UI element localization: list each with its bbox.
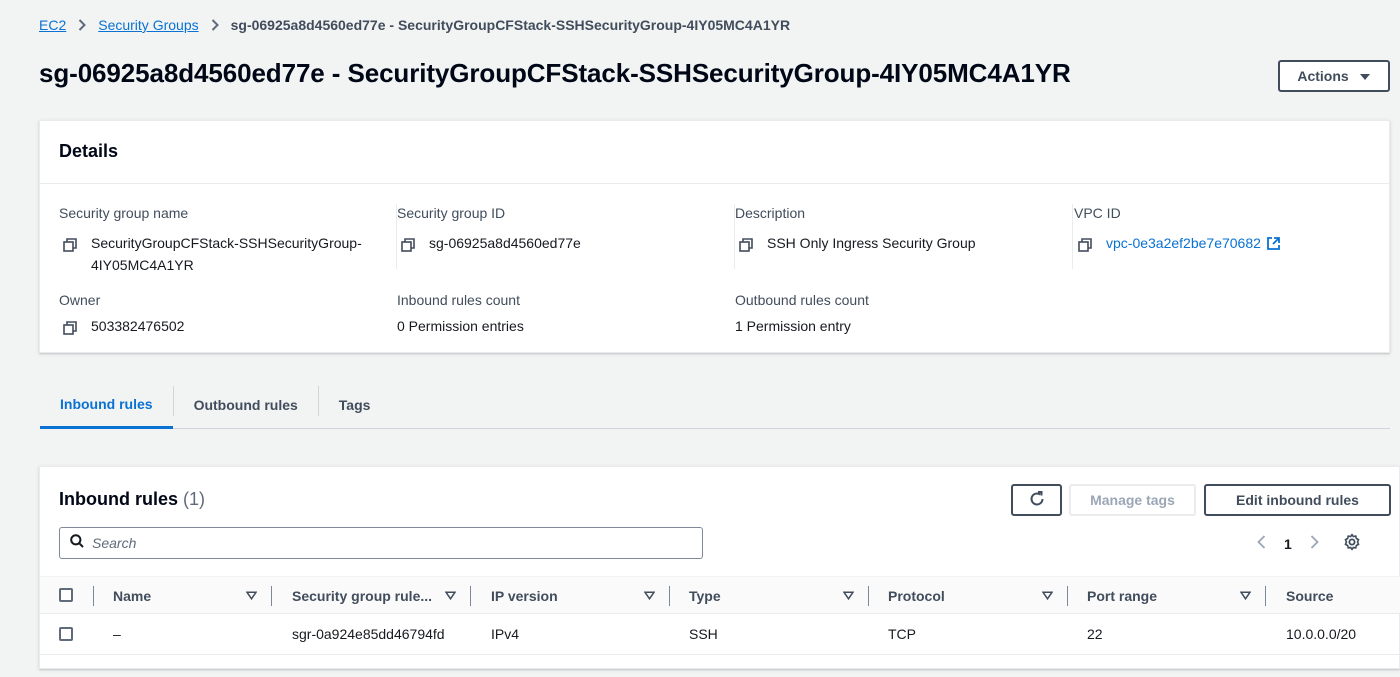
pagination: 1 — [1257, 533, 1361, 554]
breadcrumb: EC2 Security Groups sg-06925a8d4560ed77e… — [39, 16, 790, 34]
tab-inbound-rules[interactable]: Inbound rules — [40, 382, 173, 429]
external-link-icon[interactable] — [1266, 235, 1281, 258]
cell-protocol: TCP — [888, 626, 916, 642]
cell-type: SSH — [689, 626, 718, 642]
column-label: Protocol — [888, 587, 945, 604]
edit-inbound-rules-button[interactable]: Edit inbound rules — [1204, 484, 1391, 516]
column-header-name[interactable]: Name — [113, 577, 263, 614]
owner-label: Owner — [59, 292, 101, 308]
copy-icon[interactable] — [1078, 236, 1092, 258]
breadcrumb-ec2-link[interactable]: EC2 — [39, 17, 66, 33]
column-divider — [669, 586, 670, 606]
column-label: Type — [689, 587, 721, 604]
table-header: Name Security group rule... IP version T… — [40, 576, 1400, 614]
column-header-source[interactable]: Source — [1286, 577, 1396, 614]
sg-name-label: Security group name — [59, 205, 189, 221]
column-header-rule-id[interactable]: Security group rule... — [292, 577, 442, 614]
cell-ip-version: IPv4 — [491, 626, 520, 642]
owner-value: 503382476502 — [91, 318, 185, 334]
sort-down-icon[interactable] — [246, 577, 257, 614]
column-divider — [868, 586, 869, 606]
column-header-type[interactable]: Type — [689, 577, 839, 614]
chevron-right-icon[interactable] — [1310, 535, 1319, 552]
tab-outbound-rules[interactable]: Outbound rules — [174, 382, 318, 428]
column-divider — [271, 586, 272, 606]
refresh-button[interactable] — [1011, 484, 1062, 516]
column-divider — [93, 586, 94, 606]
owner-value-row: 503382476502 — [59, 315, 184, 341]
owner-field: Owner 503382476502 — [59, 291, 184, 341]
chevron-right-icon — [211, 19, 219, 31]
outbound-count-value: 1 Permission entry — [735, 318, 851, 334]
caret-down-icon — [1359, 68, 1371, 84]
tab-tags[interactable]: Tags — [319, 382, 391, 428]
column-label: Name — [113, 587, 152, 604]
sort-down-icon[interactable] — [843, 577, 854, 614]
outbound-count-field: Outbound rules count 1 Permission entry — [735, 291, 869, 337]
description-label: Description — [735, 205, 806, 221]
description-value-row: SSH Only Ingress Security Group — [735, 232, 1045, 258]
page-number[interactable]: 1 — [1284, 536, 1292, 552]
copy-icon[interactable] — [63, 236, 77, 276]
search-box — [59, 527, 703, 559]
sg-name-value: SecurityGroupCFStack-SSHSecurityGroup-4I… — [91, 235, 362, 273]
select-all-checkbox[interactable] — [59, 588, 73, 602]
details-panel: Details Security group name SecurityGrou… — [39, 120, 1390, 353]
sort-down-icon[interactable] — [1240, 577, 1251, 614]
column-header-port-range[interactable]: Port range — [1087, 577, 1237, 614]
cell-rule-id: sgr-0a924e85dd46794fd — [292, 626, 445, 642]
inbound-count-field: Inbound rules count 0 Permission entries — [397, 291, 524, 337]
search-icon — [70, 533, 84, 553]
cell-port-range: 22 — [1087, 626, 1103, 642]
search-input[interactable] — [92, 535, 692, 551]
copy-icon[interactable] — [63, 319, 77, 341]
row-checkbox[interactable] — [59, 627, 73, 641]
tab-bar: Inbound rules Outbound rules Tags — [40, 382, 1390, 429]
cell-name: – — [113, 626, 121, 642]
vpc-label: VPC ID — [1074, 205, 1121, 221]
column-divider — [1265, 586, 1266, 606]
actions-button[interactable]: Actions — [1278, 60, 1390, 92]
chevron-left-icon[interactable] — [1257, 535, 1266, 552]
column-label: Source — [1286, 587, 1334, 604]
sort-down-icon[interactable] — [445, 577, 456, 614]
sort-down-icon[interactable] — [1042, 577, 1053, 614]
sort-down-icon[interactable] — [644, 577, 655, 614]
breadcrumb-current: sg-06925a8d4560ed77e - SecurityGroupCFSt… — [230, 17, 791, 33]
refresh-icon — [1028, 490, 1046, 511]
copy-icon[interactable] — [401, 236, 415, 258]
details-heading: Details — [40, 121, 1389, 184]
vpc-value-row: vpc-0e3a2ef2be7e70682 — [1074, 232, 1374, 258]
manage-tags-button[interactable]: Manage tags — [1069, 484, 1196, 516]
column-header-ip-version[interactable]: IP version — [491, 577, 641, 614]
inbound-rules-count: (1) — [183, 489, 206, 509]
sg-id-value-row: sg-06925a8d4560ed77e — [397, 232, 707, 258]
page-title: sg-06925a8d4560ed77e - SecurityGroupCFSt… — [39, 58, 1071, 88]
table-row[interactable]: – sgr-0a924e85dd46794fd IPv4 SSH TCP 22 … — [40, 614, 1400, 655]
outbound-count-label: Outbound rules count — [735, 292, 869, 308]
inbound-rules-panel: Inbound rules (1) Manage tags Edit inbou… — [39, 466, 1400, 669]
column-label: IP version — [491, 587, 558, 604]
inbound-count-value: 0 Permission entries — [397, 318, 524, 334]
actions-label: Actions — [1297, 68, 1349, 84]
vpc-link[interactable]: vpc-0e3a2ef2be7e70682 — [1106, 232, 1261, 258]
description-value: SSH Only Ingress Security Group — [767, 235, 976, 251]
column-label: Port range — [1087, 587, 1158, 604]
inbound-rules-heading: Inbound rules — [59, 489, 178, 509]
chevron-right-icon — [78, 19, 87, 31]
sg-name-value-row: SecurityGroupCFStack-SSHSecurityGroup-4I… — [59, 232, 369, 276]
sg-id-value: sg-06925a8d4560ed77e — [429, 235, 581, 251]
cell-source: 10.0.0.0/20 — [1286, 626, 1357, 642]
column-header-protocol[interactable]: Protocol — [888, 577, 1038, 614]
inbound-count-label: Inbound rules count — [397, 292, 520, 308]
column-divider — [470, 586, 471, 606]
inbound-rules-title: Inbound rules (1) — [59, 489, 205, 510]
gear-icon[interactable] — [1343, 533, 1361, 554]
sg-id-label: Security group ID — [397, 205, 506, 221]
breadcrumb-security-groups-link[interactable]: Security Groups — [98, 17, 198, 33]
column-divider — [1067, 586, 1068, 606]
column-label: Security group rule... — [292, 587, 433, 604]
copy-icon[interactable] — [739, 236, 753, 258]
